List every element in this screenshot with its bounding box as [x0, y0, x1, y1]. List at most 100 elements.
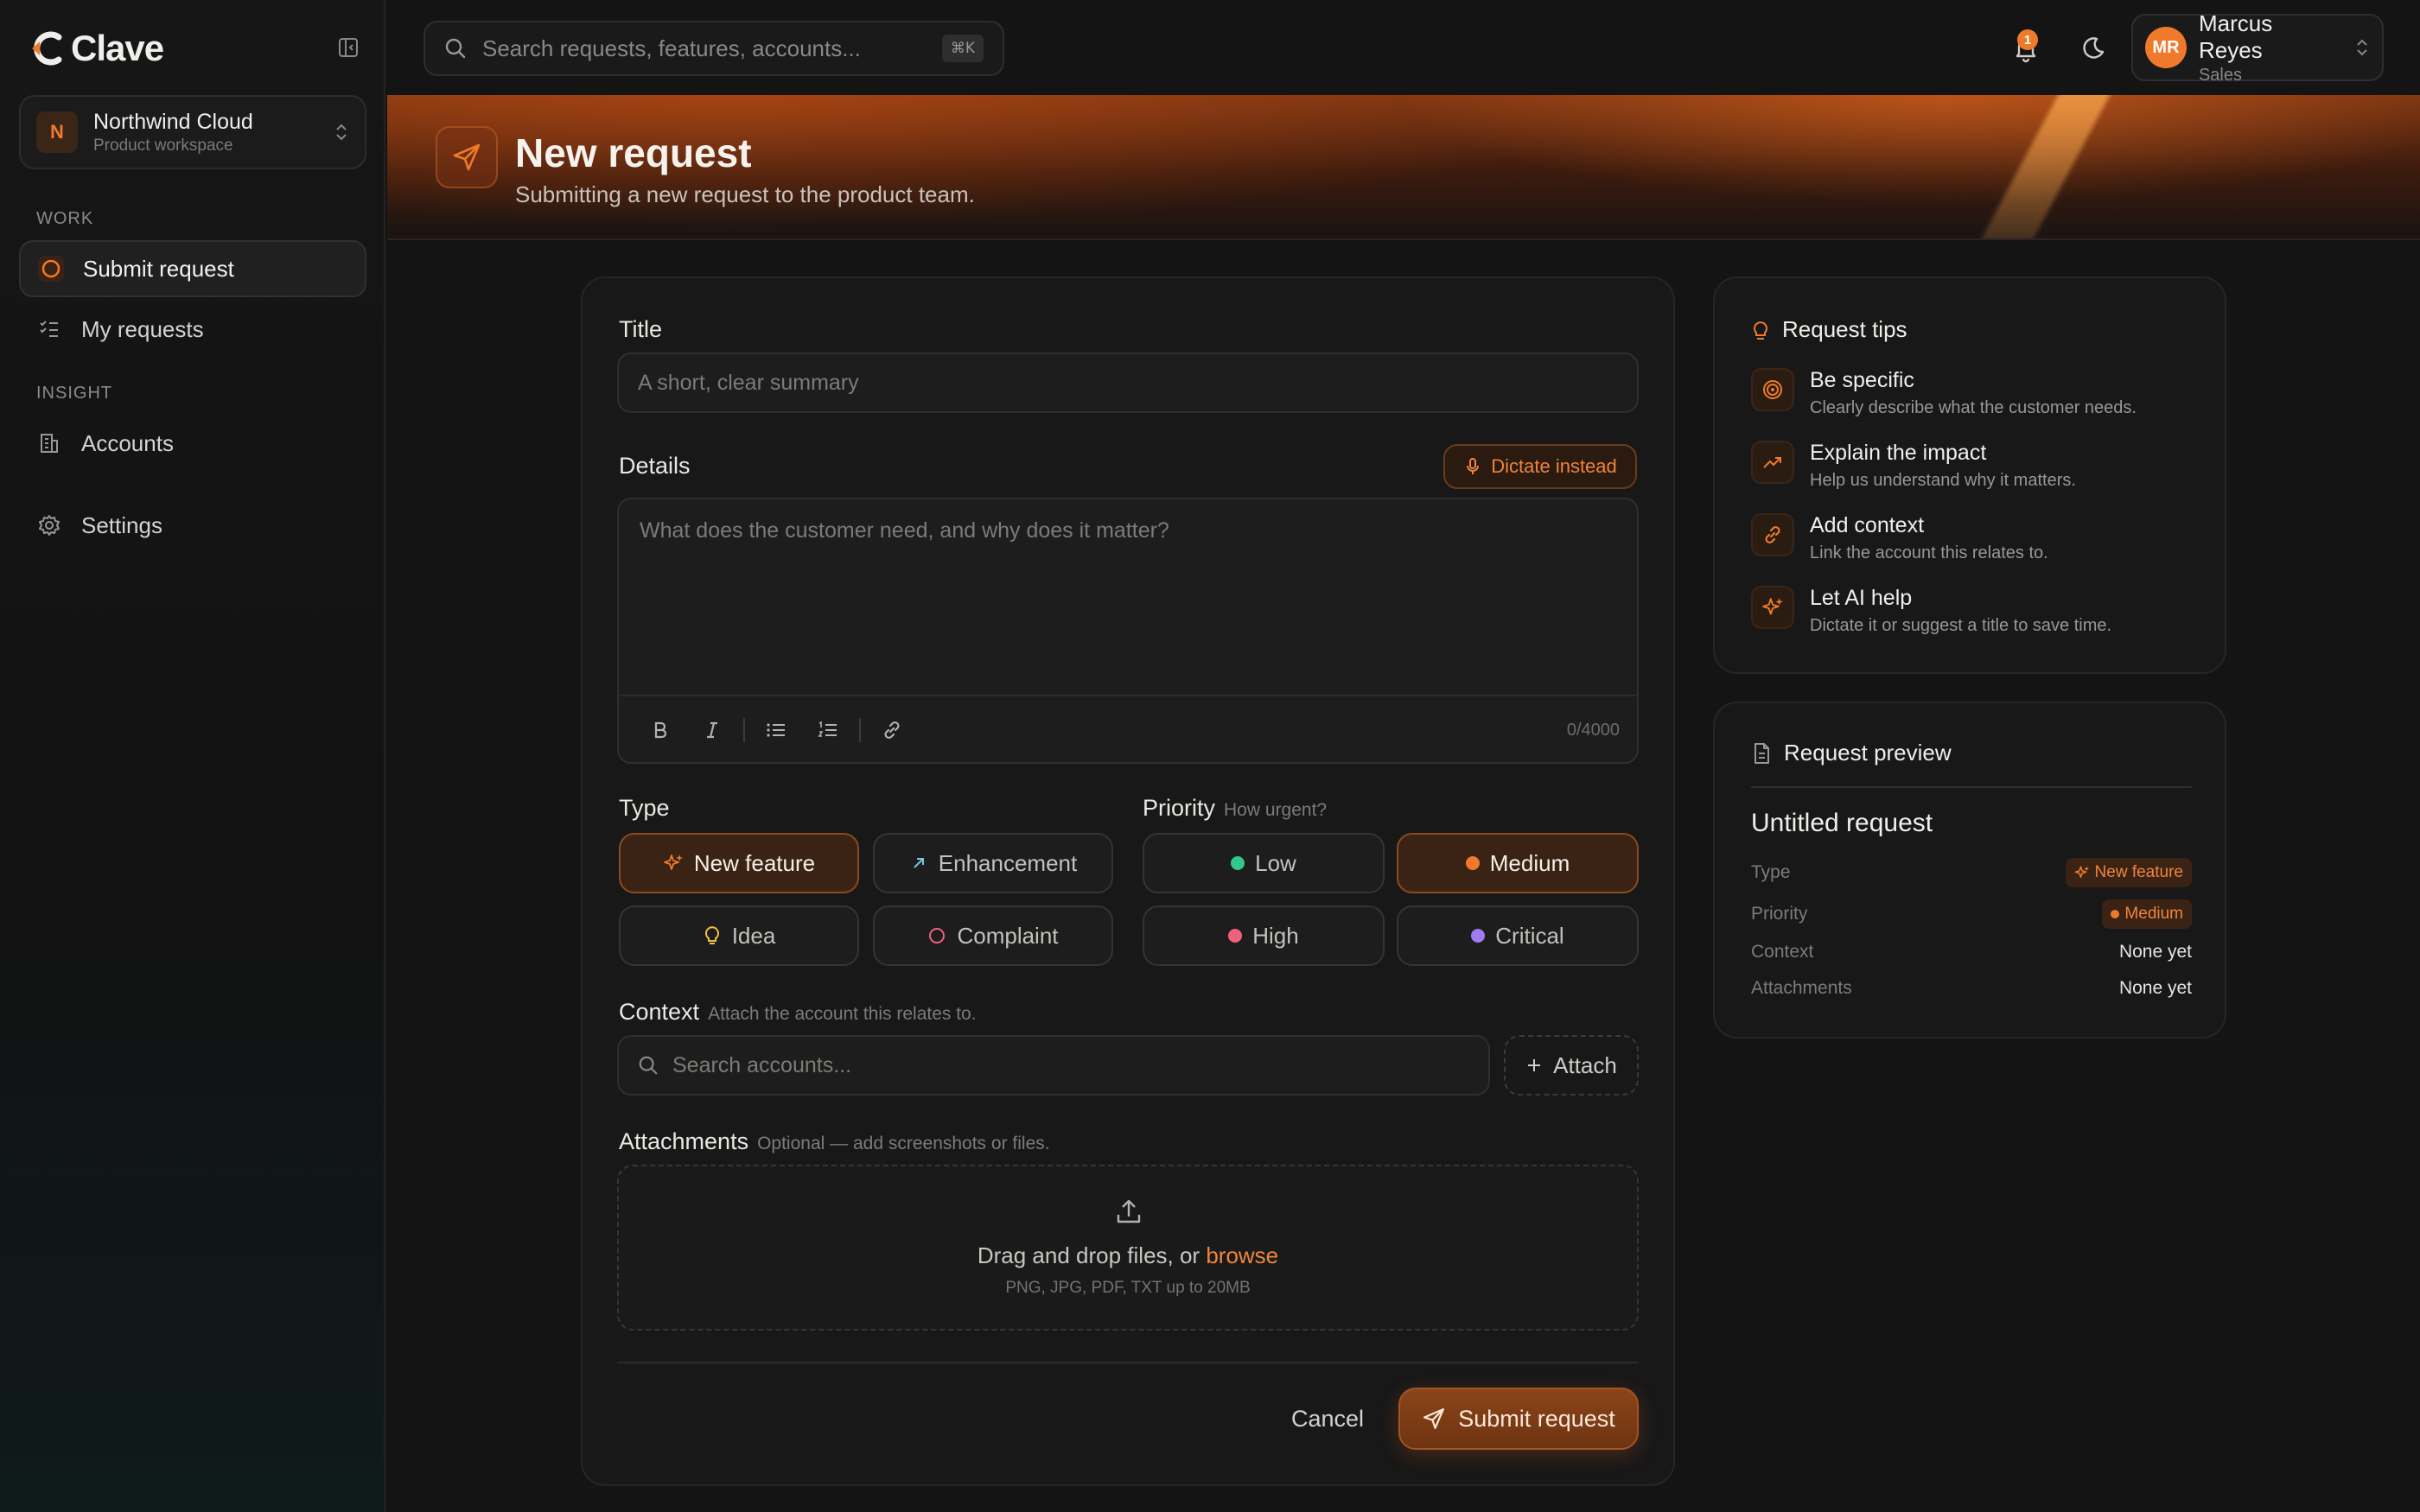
preview-title: Request preview — [1784, 740, 1952, 766]
sidebar-item-accounts[interactable]: Accounts — [19, 415, 366, 472]
numbered-list-button[interactable] — [804, 709, 852, 751]
cancel-button[interactable]: Cancel — [1279, 1401, 1376, 1436]
sidebar-item-label: Accounts — [81, 429, 174, 456]
type-badge: New feature — [2065, 858, 2192, 887]
submit-request-button[interactable]: Submit request — [1398, 1388, 1639, 1450]
browse-link[interactable]: browse — [1206, 1242, 1278, 1268]
preview-row-context: Context None yet — [1751, 937, 2192, 968]
form-divider — [617, 1362, 1639, 1363]
list-check-icon — [36, 316, 62, 342]
tip-item: Be specific Clearly describe what the cu… — [1751, 368, 2137, 418]
priority-option-medium[interactable]: Medium — [1397, 833, 1639, 893]
workspace-avatar: N — [36, 111, 78, 153]
bullet-list-button[interactable] — [752, 709, 800, 751]
tip-item: Add context Link the account this relate… — [1751, 513, 2048, 563]
upload-icon — [1117, 1199, 1141, 1223]
priority-badge-label: Medium — [2124, 905, 2183, 923]
tips-header: Request tips — [1751, 316, 1907, 343]
title-input[interactable]: A short, clear summary — [617, 353, 1639, 413]
sidebar: Clave N Northwind Cloud Product workspac… — [0, 0, 385, 1512]
character-count: 0/4000 — [1566, 720, 1620, 740]
link-button[interactable] — [868, 709, 916, 751]
target-icon — [1751, 368, 1794, 411]
italic-button[interactable] — [688, 709, 736, 751]
send-icon — [1423, 1408, 1445, 1429]
status-dot-icon — [1471, 929, 1486, 943]
priority-label-text: Priority — [1143, 795, 1216, 821]
user-menu[interactable]: MR Marcus Reyes Sales — [2131, 10, 2384, 85]
preview-row-value: None yet — [2118, 978, 2192, 998]
status-dot-icon — [1231, 856, 1245, 870]
priority-hint: How urgent? — [1224, 800, 1328, 820]
tip-title: Explain the impact — [1810, 441, 1987, 465]
document-icon — [1754, 742, 1769, 764]
sidebar-item-my-requests[interactable]: My requests — [19, 301, 366, 358]
account-search-input[interactable]: Search accounts... — [617, 1035, 1490, 1096]
sidebar-collapse-icon — [339, 38, 358, 57]
tip-description: Clearly describe what the customer needs… — [1810, 398, 2137, 417]
type-option-label: Idea — [731, 922, 776, 949]
preview-request-title: Untitled request — [1751, 809, 1933, 837]
sidebar-item-submit-request[interactable]: Submit request — [19, 240, 366, 297]
attach-label: Attach — [1553, 1051, 1617, 1078]
attach-account-button[interactable]: Attach — [1504, 1035, 1639, 1096]
search-icon — [639, 1056, 658, 1075]
preview-row-label: Type — [1751, 862, 1791, 882]
send-icon — [436, 126, 498, 188]
priority-option-label: Low — [1255, 849, 1296, 876]
page-header-banner: New request Submitting a new request to … — [387, 95, 2420, 240]
dropzone-file-types: PNG, JPG, PDF, TXT up to 20MB — [1005, 1279, 1251, 1297]
dictate-label: Dictate instead — [1491, 455, 1617, 477]
workspace-switcher[interactable]: N Northwind Cloud Product workspace — [19, 95, 366, 169]
status-dot-icon — [1465, 856, 1480, 870]
type-option-idea[interactable]: Idea — [619, 905, 859, 966]
file-dropzone[interactable]: Drag and drop files, or browse PNG, JPG,… — [617, 1165, 1639, 1331]
page-title: New request — [515, 130, 752, 175]
priority-badge: Medium — [2102, 899, 2192, 929]
details-label: Details — [619, 453, 691, 479]
preview-header: Request preview — [1751, 740, 1952, 766]
chevron-up-down-icon — [2357, 39, 2367, 56]
link-icon — [884, 721, 900, 739]
preview-row-value: None yet — [2118, 942, 2192, 962]
preview-row-label: Priority — [1751, 904, 1808, 924]
preview-row-type: Type New feature — [1751, 857, 2192, 888]
tip-item: Let AI help Dictate it or suggest a titl… — [1751, 586, 2111, 636]
gear-icon — [36, 512, 62, 538]
tips-title: Request tips — [1782, 316, 1907, 342]
type-option-new-feature[interactable]: New feature — [619, 833, 859, 893]
trending-up-icon — [1751, 441, 1794, 484]
type-option-enhancement[interactable]: Enhancement — [873, 833, 1113, 893]
nav-section-insight: INSIGHT — [36, 384, 113, 403]
tip-title: Be specific — [1810, 368, 1914, 392]
chevron-up-down-icon — [336, 124, 347, 141]
attachments-label-text: Attachments — [619, 1128, 749, 1154]
sparkle-icon — [664, 854, 683, 870]
theme-toggle-button[interactable] — [2078, 33, 2109, 64]
lightbulb-icon — [1754, 321, 1767, 340]
toolbar-divider — [743, 718, 745, 742]
bold-button[interactable] — [636, 709, 685, 751]
priority-option-label: Critical — [1495, 922, 1564, 949]
app-name: Clave — [71, 28, 164, 68]
preview-row-label: Attachments — [1751, 978, 1852, 998]
attachments-hint: Optional — add screenshots or files. — [757, 1134, 1050, 1153]
tip-description: Dictate it or suggest a title to save ti… — [1810, 616, 2112, 635]
toolbar-divider — [859, 718, 861, 742]
priority-label: Priority How urgent? — [1143, 795, 1327, 822]
collapse-sidebar-button[interactable] — [337, 36, 360, 59]
app-logo[interactable]: Clave — [29, 28, 164, 69]
priority-option-low[interactable]: Low — [1143, 833, 1385, 893]
details-textarea[interactable]: What does the customer need, and why doe… — [617, 498, 1639, 764]
sidebar-item-settings[interactable]: Settings — [19, 497, 366, 554]
preview-row-attachments: Attachments None yet — [1751, 973, 2192, 1004]
global-search-input[interactable]: Search requests, features, accounts... ⌘… — [424, 21, 1004, 76]
italic-icon — [707, 721, 717, 739]
tip-title: Add context — [1810, 513, 1925, 537]
priority-option-critical[interactable]: Critical — [1397, 905, 1639, 966]
priority-option-high[interactable]: High — [1143, 905, 1385, 966]
dictate-button[interactable]: Dictate instead — [1443, 444, 1637, 489]
details-placeholder: What does the customer need, and why doe… — [640, 518, 1169, 543]
type-option-complaint[interactable]: Complaint — [873, 905, 1113, 966]
circle-outline-icon — [929, 928, 946, 943]
